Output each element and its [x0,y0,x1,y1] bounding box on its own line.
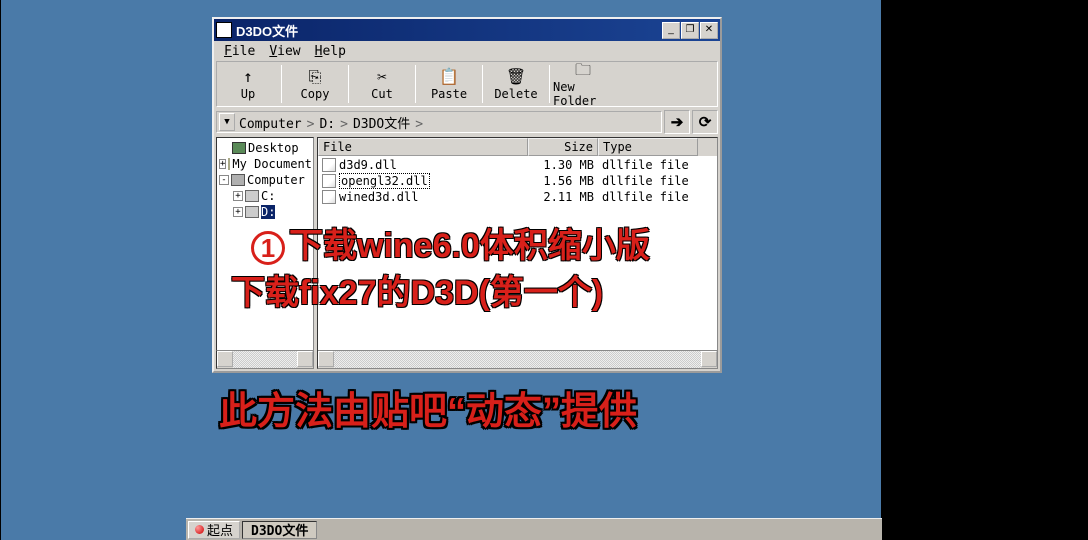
tree-item[interactable]: - Computer [219,172,311,188]
tree-node-icon [232,142,246,154]
tree-node-icon [245,190,259,202]
column-header[interactable]: Type [598,138,698,156]
copy-button[interactable]: ⎘Copy [284,63,346,105]
column-header[interactable]: File [318,138,528,156]
close-button[interactable]: ✕ [700,22,718,39]
file-row[interactable]: opengl32.dll 1.56 MBdllfile file [318,173,717,189]
file-name: opengl32.dll [339,173,430,189]
file-row[interactable]: d3d9.dll 1.30 MBdllfile file [318,157,717,173]
tree-label: Desktop [248,141,299,155]
path-segment[interactable]: Computer [237,117,304,132]
scroll-right-button[interactable] [701,351,717,367]
menu-help[interactable]: Help [309,43,352,60]
chevron-right-icon: > [337,117,351,132]
cut-button-icon: ✂ [377,67,387,87]
file-type: dllfile file [598,158,698,172]
tree-label: Computer [247,173,305,187]
tree-item[interactable]: + C: [219,188,311,204]
scroll-right-button[interactable] [297,351,313,367]
window-title: D3DO文件 [236,21,658,40]
cut-button[interactable]: ✂Cut [351,63,413,105]
path-segment[interactable]: D: [317,117,337,132]
scroll-track[interactable] [233,351,297,368]
file-type: dllfile file [598,190,698,204]
path-segment[interactable]: D3DO文件 [351,117,412,132]
chevron-right-icon: > [304,117,318,132]
menu-file[interactable]: File [218,43,261,60]
file-icon [322,158,336,172]
delete-button-label: Delete [494,87,537,101]
file-size: 1.56 MB [528,174,598,188]
tree-node-icon [245,206,259,218]
go-button[interactable]: ➔ [664,110,690,134]
start-icon [195,525,204,534]
tree-expander-icon[interactable]: - [219,175,229,185]
scroll-left-button[interactable] [217,351,233,367]
tree-node-icon [231,174,245,186]
new-folder-button-label: New Folder [553,80,613,108]
file-icon [322,190,336,204]
file-manager-window: D3DO文件 _ ❐ ✕ File View Help ↑Up⎘Copy✂Cut… [212,17,722,373]
annotation-text-1: 下载wine6.0体积缩小版 [289,227,650,265]
file-size: 2.11 MB [528,190,598,204]
window-icon [216,22,232,38]
cut-button-label: Cut [371,87,393,101]
paste-button[interactable]: 📋Paste [418,63,480,105]
minimize-button[interactable]: _ [662,22,680,39]
tree-expander-icon[interactable]: + [233,191,243,201]
tree-node-icon [228,158,230,170]
paste-button-icon: 📋 [439,67,459,87]
paste-button-label: Paste [431,87,467,101]
file-name: wined3d.dll [339,190,418,204]
file-horizontal-scrollbar[interactable] [318,350,717,368]
start-button[interactable]: 起点 [188,521,240,539]
path-box[interactable]: ▼ Computer>D:>D3DO文件> [216,111,662,133]
column-header[interactable]: Size [528,138,598,156]
maximize-button[interactable]: ❐ [681,22,699,39]
tree-item[interactable]: + My Documents [219,156,311,172]
tree-item[interactable]: Desktop [219,140,311,156]
task-bar: 起点 D3DO文件 [186,518,882,540]
copy-button-label: Copy [301,87,330,101]
up-button[interactable]: ↑Up [217,63,279,105]
annotation-line-3: 此方法由贴吧“动态”提供 [219,380,637,435]
up-button-label: Up [241,87,255,101]
new-folder-button-icon: 🗀 [575,60,591,80]
start-label: 起点 [207,520,233,539]
scroll-track[interactable] [334,351,701,368]
tree-label: D: [261,205,275,219]
file-type: dllfile file [598,174,698,188]
refresh-button[interactable]: ⟳ [692,110,718,134]
menu-bar: File View Help [214,41,720,61]
delete-button-icon: 🗑 [506,67,526,87]
chevron-right-icon: > [412,117,426,132]
tree-horizontal-scrollbar[interactable] [216,351,314,369]
new-folder-button[interactable]: 🗀New Folder [552,63,614,105]
file-name: d3d9.dll [339,158,397,172]
file-icon [322,174,336,188]
tree-expander-icon[interactable]: + [219,159,226,169]
tree-label: C: [261,189,275,203]
tool-bar: ↑Up⎘Copy✂Cut📋Paste🗑Delete🗀New Folder [216,61,718,107]
scroll-left-button[interactable] [318,351,334,367]
file-size: 1.30 MB [528,158,598,172]
annotation-line-2: 下载fix27的D3D(第一个) [231,265,603,314]
file-row[interactable]: wined3d.dll 2.11 MBdllfile file [318,189,717,205]
title-bar[interactable]: D3DO文件 _ ❐ ✕ [214,19,720,41]
tree-expander-icon[interactable]: + [233,207,243,217]
menu-view[interactable]: View [263,43,306,60]
annotation-step-number: 1 [251,231,285,265]
annotation-line-1: 1下载wine6.0体积缩小版 [251,218,650,267]
delete-button[interactable]: 🗑Delete [485,63,547,105]
path-dropdown-icon[interactable]: ▼ [219,113,235,131]
copy-button-icon: ⎘ [309,67,322,87]
tree-label: My Documents [232,157,314,171]
path-bar: ▼ Computer>D:>D3DO文件> ➔ ⟳ [216,109,718,135]
file-list-header: FileSizeType [318,138,717,156]
taskbar-item[interactable]: D3DO文件 [242,521,317,539]
up-button-icon: ↑ [243,67,253,87]
desktop-background: D3DO文件 _ ❐ ✕ File View Help ↑Up⎘Copy✂Cut… [1,0,881,540]
